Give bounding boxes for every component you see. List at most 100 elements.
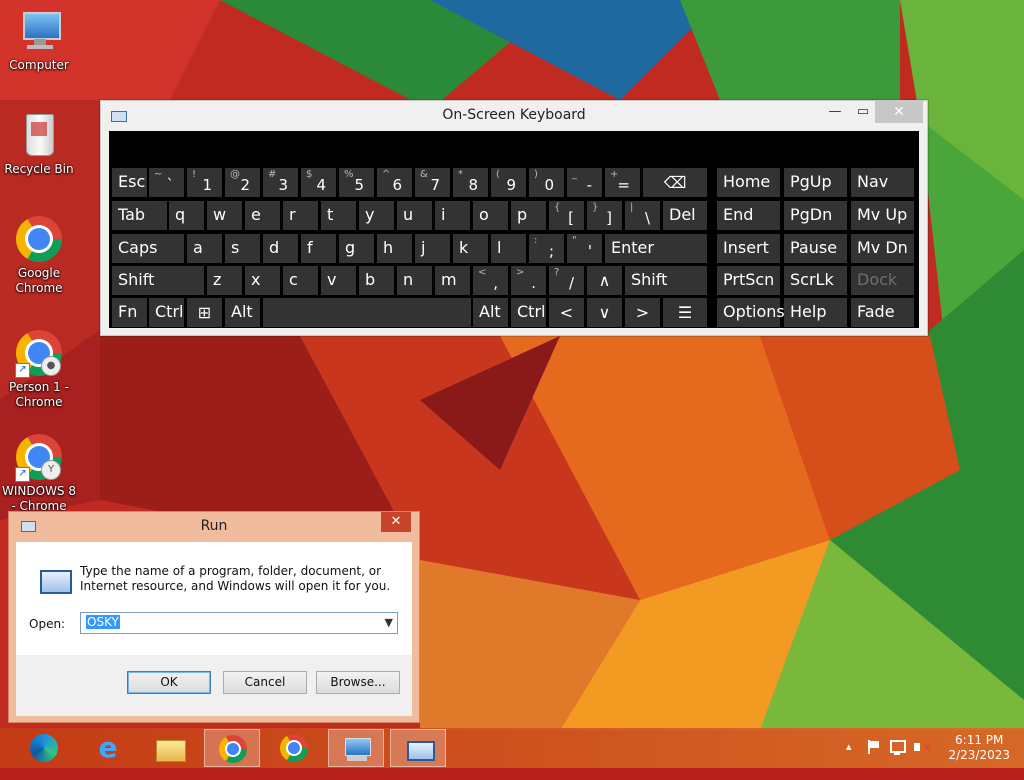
- taskbar-run[interactable]: [390, 729, 446, 767]
- key-n[interactable]: n: [397, 266, 432, 295]
- taskbar-edge[interactable]: [16, 729, 72, 767]
- chevron-down-icon[interactable]: ▼: [385, 616, 393, 629]
- osk-titlebar[interactable]: On-Screen Keyboard — ▭ ✕: [101, 101, 927, 131]
- key-symbol[interactable]: >: [625, 298, 660, 327]
- key-j[interactable]: j: [415, 234, 450, 263]
- key-t[interactable]: t: [321, 201, 356, 230]
- key-3[interactable]: #3: [263, 168, 298, 197]
- key-help[interactable]: Help: [784, 298, 847, 327]
- key-symbol[interactable]: <: [549, 298, 584, 327]
- taskbar-internet-explorer[interactable]: e: [80, 729, 136, 767]
- run-titlebar[interactable]: Run ✕: [9, 512, 419, 540]
- key-i[interactable]: i: [435, 201, 470, 230]
- key-alt[interactable]: Alt: [225, 298, 260, 327]
- desktop-icon-person-1-chrome[interactable]: ↗ ● Person 1 - Chrome: [0, 321, 78, 410]
- key-alt[interactable]: Alt: [473, 298, 508, 327]
- key-fade[interactable]: Fade: [851, 298, 914, 327]
- key-9[interactable]: (9: [491, 168, 526, 197]
- key-5[interactable]: % 5: [339, 168, 374, 197]
- key-pause[interactable]: Pause: [784, 234, 847, 263]
- key-symbol[interactable]: ☰: [663, 298, 707, 327]
- key-q[interactable]: q: [169, 201, 204, 230]
- key-pgup[interactable]: PgUp: [784, 168, 847, 197]
- key-shift[interactable]: Shift: [625, 266, 707, 295]
- key-6[interactable]: ^ 6: [377, 168, 412, 197]
- key-tab[interactable]: Tab: [112, 201, 167, 230]
- key-z[interactable]: z: [207, 266, 242, 295]
- key-k[interactable]: k: [453, 234, 488, 263]
- key-home[interactable]: Home: [717, 168, 780, 197]
- key-7[interactable]: & 7: [415, 168, 450, 197]
- key-esc[interactable]: Esc: [112, 168, 147, 197]
- desktop-icon-computer[interactable]: Computer: [0, 8, 78, 73]
- maximize-button[interactable]: ▭: [849, 101, 877, 123]
- key-ctrl[interactable]: Ctrl: [511, 298, 546, 327]
- key-symbol[interactable]: ∨: [587, 298, 622, 327]
- key-symbol[interactable]: ~ `: [149, 168, 184, 197]
- key-options[interactable]: Options: [717, 298, 785, 327]
- key-symbol[interactable]: ⌫: [643, 168, 707, 197]
- key-b[interactable]: b: [359, 266, 394, 295]
- key-fn[interactable]: Fn: [112, 298, 147, 327]
- key-scrlk[interactable]: ScrLk: [784, 266, 847, 295]
- desktop-icon-windows-8-chrome[interactable]: ↗ Y WINDOWS 8 - Chrome: [0, 425, 78, 514]
- key-m[interactable]: m: [435, 266, 470, 295]
- ok-button[interactable]: OK: [127, 671, 211, 694]
- key-symbol[interactable]: >.: [511, 266, 546, 295]
- key-symbol[interactable]: ∧: [587, 266, 622, 295]
- key-pgdn[interactable]: PgDn: [784, 201, 847, 230]
- key-v[interactable]: v: [321, 266, 356, 295]
- key-g[interactable]: g: [339, 234, 374, 263]
- key-u[interactable]: u: [397, 201, 432, 230]
- key-2[interactable]: @2: [225, 168, 260, 197]
- key-r[interactable]: r: [283, 201, 318, 230]
- open-input-value[interactable]: OSKY: [86, 615, 120, 629]
- key-symbol[interactable]: | \: [625, 201, 660, 230]
- key-x[interactable]: x: [245, 266, 280, 295]
- key-s[interactable]: s: [225, 234, 260, 263]
- cancel-button[interactable]: Cancel: [223, 671, 307, 694]
- key-prtscn[interactable]: PrtScn: [717, 266, 780, 295]
- key-caps[interactable]: Caps: [112, 234, 184, 263]
- key-ctrl[interactable]: Ctrl: [149, 298, 184, 327]
- key-del[interactable]: Del: [663, 201, 707, 230]
- key-space[interactable]: [263, 298, 471, 327]
- key-symbol[interactable]: ? /: [549, 266, 584, 295]
- key-p[interactable]: p: [511, 201, 546, 230]
- minimize-button[interactable]: —: [821, 101, 849, 123]
- key-symbol[interactable]: :;: [529, 234, 564, 263]
- key-shift[interactable]: Shift: [112, 266, 204, 295]
- system-clock[interactable]: 6:11 PM 2/23/2023: [948, 733, 1010, 763]
- open-combobox[interactable]: OSKY ▼: [80, 612, 398, 634]
- key-symbol[interactable]: <,: [473, 266, 508, 295]
- key-f[interactable]: f: [301, 234, 336, 263]
- key-c[interactable]: c: [283, 266, 318, 295]
- desktop-icon-recycle-bin[interactable]: Recycle Bin: [0, 112, 78, 177]
- key-d[interactable]: d: [263, 234, 298, 263]
- key-symbol[interactable]: {[: [549, 201, 584, 230]
- taskbar-chrome-2[interactable]: [266, 728, 322, 768]
- key-l[interactable]: l: [491, 234, 526, 263]
- taskbar-on-screen-keyboard[interactable]: [328, 729, 384, 767]
- key-a[interactable]: a: [187, 234, 222, 263]
- key-0[interactable]: ) 0: [529, 168, 564, 197]
- key-w[interactable]: w: [207, 201, 242, 230]
- key-h[interactable]: h: [377, 234, 412, 263]
- key-4[interactable]: $4: [301, 168, 336, 197]
- key-symbol[interactable]: " ': [567, 234, 602, 263]
- key-1[interactable]: ! 1: [187, 168, 222, 197]
- browse-button[interactable]: Browse...: [316, 671, 400, 694]
- key-e[interactable]: e: [245, 201, 280, 230]
- key-o[interactable]: o: [473, 201, 508, 230]
- key-enter[interactable]: Enter: [605, 234, 707, 263]
- show-hidden-icons[interactable]: ▴: [846, 740, 852, 780]
- close-button[interactable]: ✕: [875, 101, 923, 123]
- key-mv-dn[interactable]: Mv Dn: [851, 234, 914, 263]
- key-insert[interactable]: Insert: [717, 234, 780, 263]
- close-button[interactable]: ✕: [381, 512, 411, 532]
- key-end[interactable]: End: [717, 201, 780, 230]
- key-8[interactable]: * 8: [453, 168, 488, 197]
- taskbar-chrome-1[interactable]: [204, 729, 260, 769]
- key-y[interactable]: y: [359, 201, 394, 230]
- key-dock[interactable]: Dock: [851, 266, 914, 295]
